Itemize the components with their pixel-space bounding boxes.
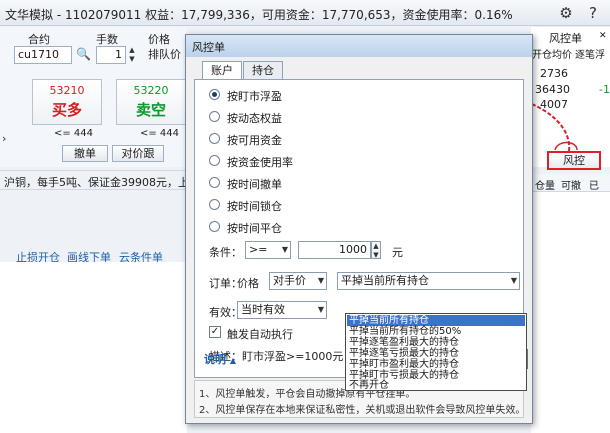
order-panel-empty: [0, 262, 187, 433]
radio-label: 按可用资金: [227, 134, 282, 147]
dropdown-option[interactable]: 平掉盯市盈利最大的持仓: [347, 359, 525, 370]
radio-mark-to-market[interactable]: [209, 89, 220, 100]
risk-control-dialog: 风控单 账户 持仓 按盯市浮盈 按动态权益 按可用资金 按资金使用率 按时间撤单…: [185, 34, 533, 424]
close-action-select[interactable]: 平掉当前所有持仓 ▼: [337, 272, 520, 290]
explain-label: 说明: [204, 353, 226, 366]
dialog-title: 风控单: [192, 41, 225, 54]
note-line: 2、风控单保存在本地来保证私密性，关机或退出软件会导致风控单失效。: [199, 405, 526, 416]
radio-label: 按动态权益: [227, 112, 282, 125]
close-icon[interactable]: ✕: [599, 31, 607, 41]
window-title: 文华模拟 - 1102079011 权益：17,799,336，可用资金：17,…: [5, 8, 513, 22]
grid-col: 可撤: [561, 181, 581, 192]
grid-tabs2: 仓量 可撤 已: [531, 174, 610, 192]
price-type-value: 对手价: [273, 274, 306, 287]
radio-time-close[interactable]: [209, 221, 220, 232]
condition-op-select[interactable]: >= ▼: [245, 241, 291, 259]
condition-value-input[interactable]: 1000: [298, 241, 371, 259]
dropdown-option[interactable]: 平掉逐笔盈利最大的持仓: [347, 337, 525, 348]
dropdown-option[interactable]: 平掉当前所有持仓: [347, 315, 525, 326]
grid-col-avg-price: 开仓均价: [532, 50, 572, 61]
price-type-select[interactable]: 对手价 ▼: [269, 272, 327, 290]
chevron-right-icon[interactable]: ›: [2, 132, 6, 145]
contract-info-bar: 沪铜，每手5吨、保证金39908元，上期: [0, 170, 200, 190]
buy-long-button[interactable]: 53210 买多: [32, 79, 102, 125]
price-label: 价格: [237, 277, 259, 290]
help-icon[interactable]: ?: [584, 4, 602, 22]
grid-cell: -1: [599, 83, 610, 96]
grid-cell: 2736: [540, 67, 568, 80]
auto-exec-label: 触发自动执行: [227, 328, 293, 341]
close-action-dropdown: 平掉当前所有持仓 平掉当前所有持仓的50% 平掉逐笔盈利最大的持仓 平掉逐笔亏损…: [345, 313, 527, 391]
symbol-input[interactable]: cu1710: [14, 46, 72, 64]
explain-toggle[interactable]: 说明 ▲: [204, 351, 236, 367]
grid-col-float: 逐笔浮: [575, 50, 605, 61]
account-tab-body: 按盯市浮盈 按动态权益 按可用资金 按资金使用率 按时间撤单 按时间锁仓 按时间…: [194, 79, 527, 391]
chevron-down-icon: ▼: [317, 305, 324, 314]
price-label: 价格: [148, 33, 170, 46]
sell-note: <= 444: [140, 128, 180, 139]
search-icon[interactable]: 🔍: [76, 47, 91, 61]
auto-exec-checkbox[interactable]: ✓: [209, 326, 221, 338]
radio-dynamic-equity[interactable]: [209, 111, 220, 122]
valid-select[interactable]: 当时有效 ▼: [237, 301, 327, 319]
sell-price: 53220: [133, 84, 169, 97]
close-action-value: 平掉当前所有持仓: [341, 274, 429, 287]
chevron-down-icon: ▼: [510, 276, 517, 285]
contract-info: 沪铜，每手5吨、保证金39908元，上期: [4, 176, 200, 189]
dialog-titlebar: 风控单: [186, 35, 532, 57]
radio-fund-usage[interactable]: [209, 155, 220, 166]
grid-empty: [531, 192, 610, 433]
qty-input[interactable]: 1: [96, 46, 126, 64]
radio-time-cancel[interactable]: [209, 177, 220, 188]
cancel-order-button[interactable]: 撤单: [62, 145, 108, 162]
grid-col: 仓量: [535, 181, 555, 192]
radio-label: 按时间平仓: [227, 222, 282, 235]
radio-label: 按资金使用率: [227, 156, 293, 169]
condition-op-value: >=: [249, 243, 268, 256]
tab-account[interactable]: 账户: [202, 61, 242, 80]
chevron-down-icon: ▼: [317, 276, 324, 285]
qty-label: 手数: [96, 33, 118, 46]
chevron-up-icon: ▲: [229, 356, 236, 365]
symbol-label: 合约: [28, 33, 50, 46]
buy-action: 买多: [51, 101, 82, 119]
buy-price: 53210: [49, 84, 85, 97]
buy-note: <= 444: [54, 128, 94, 139]
condition-stepper[interactable]: ▲ ▼: [371, 241, 381, 259]
radio-label: 按时间锁仓: [227, 200, 282, 213]
radio-label: 按盯市浮盈: [227, 90, 282, 103]
chevron-down-icon: ▼: [281, 245, 288, 254]
dropdown-option[interactable]: 平掉当前所有持仓的50%: [347, 326, 525, 337]
grid-col: 已: [589, 181, 599, 192]
radio-label: 按时间撤单: [227, 178, 282, 191]
valid-value: 当时有效: [241, 303, 285, 316]
radio-time-lock[interactable]: [209, 199, 220, 210]
counter-price-button[interactable]: 对价跟: [112, 145, 164, 162]
condition-unit: 元: [392, 246, 403, 259]
gear-icon[interactable]: ⚙: [557, 4, 575, 22]
window-titlebar: 文华模拟 - 1102079011 权益：17,799,336，可用资金：17,…: [0, 0, 610, 26]
queue-price[interactable]: 排队价: [148, 46, 181, 62]
condition-label: 条件：: [209, 246, 242, 259]
sell-short-button[interactable]: 53220 卖空: [116, 79, 186, 125]
grid-header: 风控单: [549, 32, 582, 45]
dropdown-option[interactable]: 平掉逐笔亏损最大的持仓: [347, 348, 525, 359]
qty-stepper[interactable]: ▲ ▼: [127, 46, 137, 64]
dropdown-option[interactable]: 不再开仓: [347, 380, 525, 391]
radio-available-funds[interactable]: [209, 133, 220, 144]
sell-action: 卖空: [135, 101, 166, 119]
tab-position[interactable]: 持仓: [243, 61, 283, 79]
order-panel: 合约 手数 价格 cu1710 🔍 1 ▲ ▼ 排队价 53210 买多 5322…: [0, 27, 187, 167]
